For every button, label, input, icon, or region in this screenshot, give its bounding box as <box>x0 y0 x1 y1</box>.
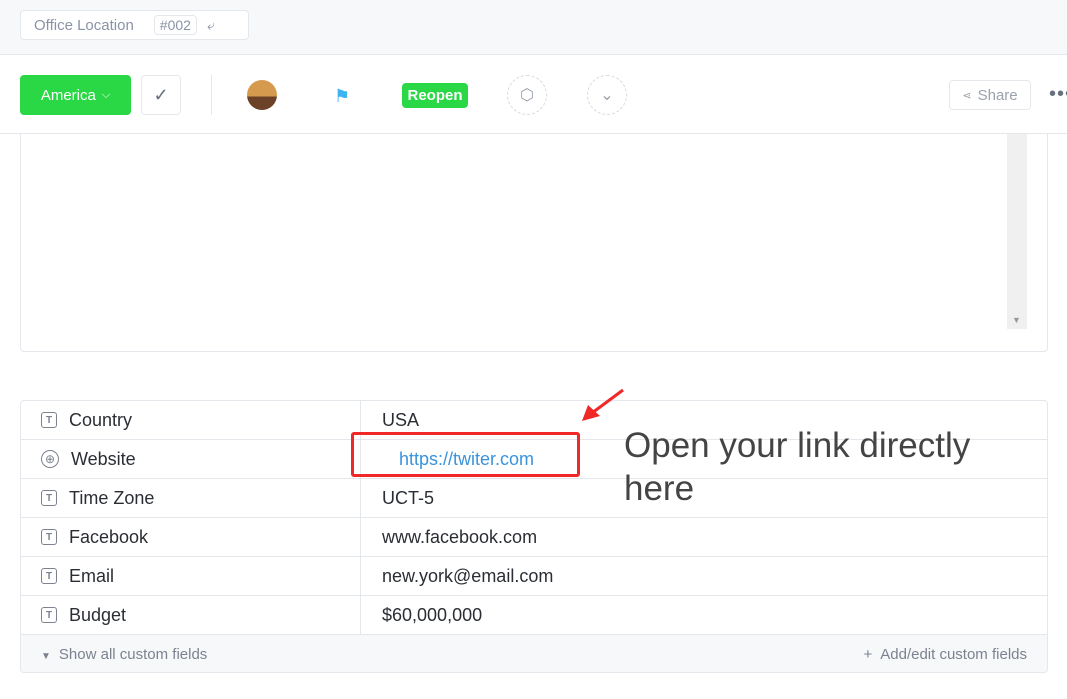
field-value-cell[interactable]: www.facebook.com <box>361 518 537 556</box>
field-label: Website <box>71 448 136 469</box>
status-dropdown[interactable]: America ⌵ <box>20 75 131 115</box>
field-row: T Facebook www.facebook.com <box>21 518 1047 557</box>
field-value: new.york@email.com <box>382 565 554 586</box>
field-value-cell[interactable]: UCT-5 <box>361 479 434 517</box>
field-label: Time Zone <box>69 487 155 508</box>
field-label: Country <box>69 409 133 430</box>
text-icon: T <box>41 529 57 545</box>
field-value: USA <box>382 409 420 430</box>
text-icon: T <box>41 412 57 428</box>
field-value: $60,000,000 <box>382 604 483 625</box>
caret-down-icon: ▼ <box>41 651 51 662</box>
scroll-down-icon[interactable]: ▼ <box>1012 315 1021 325</box>
cube-icon[interactable]: ⬡ <box>507 75 547 115</box>
field-label: Budget <box>69 604 127 625</box>
reopen-button[interactable]: Reopen <box>402 83 468 108</box>
complete-button[interactable]: ✓ <box>141 75 181 115</box>
avatar[interactable] <box>247 80 277 110</box>
field-row: T Budget $60,000,000 <box>21 596 1047 635</box>
header-bar: Office Location #002 ⤶ <box>0 0 1067 55</box>
arrow-annotation <box>582 388 624 421</box>
flag-icon[interactable]: ⚑ <box>334 86 350 107</box>
field-label-cell: T Facebook <box>21 518 361 556</box>
chevron-down-icon: ⌵ <box>101 88 111 101</box>
field-label: Facebook <box>69 526 149 547</box>
field-label-cell: T Time Zone <box>21 479 361 517</box>
field-row: T Email new.york@email.com <box>21 557 1047 596</box>
field-label-cell: T Email <box>21 557 361 595</box>
task-title: Office Location <box>34 16 134 34</box>
show-all-fields-button[interactable]: ▼ Show all custom fields <box>41 646 207 663</box>
share-button[interactable]: ⋖ Share <box>949 80 1031 110</box>
divider <box>211 75 212 115</box>
field-label-cell: ⊕ Website <box>21 440 361 478</box>
share-icon: ⋖ <box>962 89 972 102</box>
highlight-box <box>351 432 580 477</box>
field-value-cell[interactable]: new.york@email.com <box>361 557 553 595</box>
description-editor[interactable]: ▼ <box>20 134 1048 352</box>
share-label: Share <box>977 86 1018 104</box>
field-label: Email <box>69 565 115 586</box>
chevron-circle-icon[interactable]: ⌄ <box>587 75 627 115</box>
text-icon: T <box>41 607 57 623</box>
field-value: www.facebook.com <box>382 526 538 547</box>
move-icon[interactable]: ⤶ <box>207 17 215 34</box>
field-label-cell: T Budget <box>21 596 361 634</box>
annotation-text: Open your link directly here <box>624 426 971 508</box>
add-edit-fields-button[interactable]: + Add/edit custom fields <box>863 646 1027 663</box>
field-value-cell[interactable]: $60,000,000 <box>361 596 482 634</box>
globe-icon: ⊕ <box>41 450 59 468</box>
status-label: America <box>40 86 96 104</box>
task-id[interactable]: #002 <box>153 15 197 35</box>
plus-icon: + <box>863 646 873 663</box>
scrollbar[interactable]: ▼ <box>1007 134 1027 329</box>
text-icon: T <box>41 490 57 506</box>
field-value: UCT-5 <box>382 487 435 508</box>
show-all-label: Show all custom fields <box>58 646 208 663</box>
field-label-cell: T Country <box>21 401 361 439</box>
task-toolbar: America ⌵ ✓ ⚑ Reopen ⬡ ⌄ ⋖ Share ••• <box>0 56 1067 134</box>
check-icon: ✓ <box>153 84 169 105</box>
breadcrumb[interactable]: Office Location #002 ⤶ <box>20 10 249 40</box>
add-edit-label: Add/edit custom fields <box>880 646 1027 663</box>
more-icon[interactable]: ••• <box>1049 83 1067 106</box>
custom-fields-footer: ▼ Show all custom fields + Add/edit custom… <box>21 635 1047 672</box>
text-icon: T <box>41 568 57 584</box>
